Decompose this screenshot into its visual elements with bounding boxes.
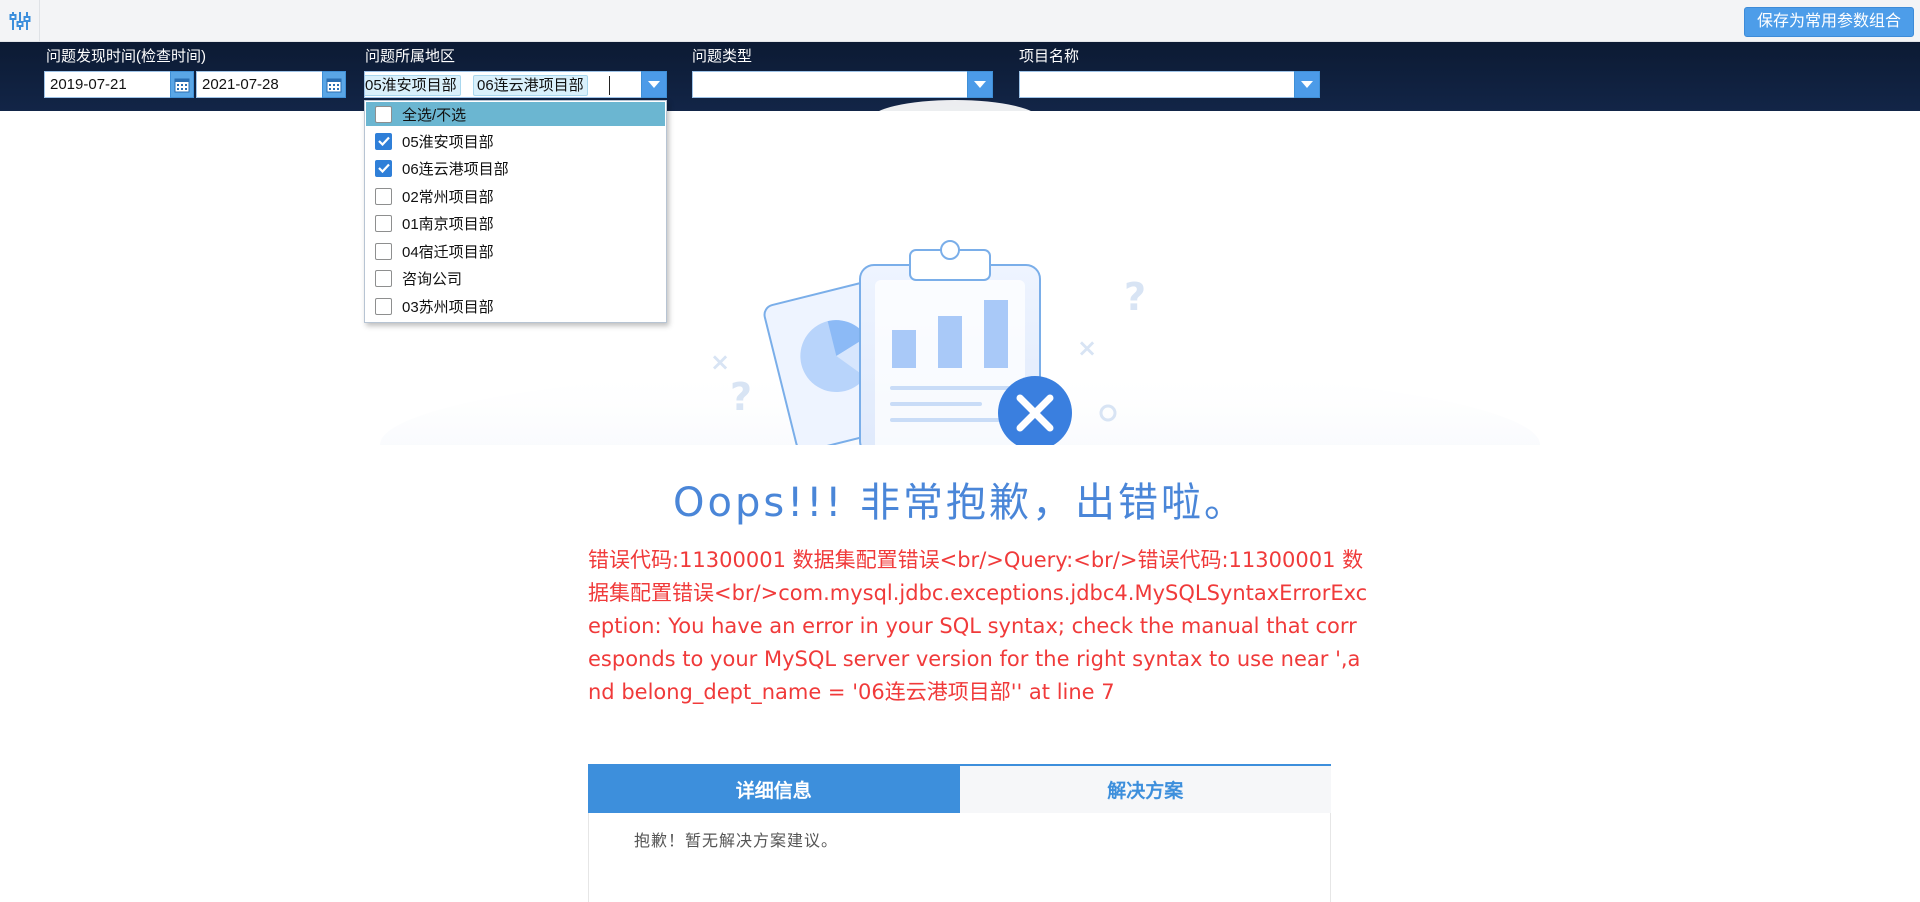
error-clipboard-illustration: ? ? × × bbox=[380, 240, 1540, 445]
tab-solution[interactable]: 解决方案 bbox=[959, 766, 1331, 813]
sliders-icon[interactable] bbox=[0, 0, 40, 42]
selected-tag[interactable]: 06连云港项目部 bbox=[473, 75, 588, 96]
top-toolbar: 保存为常用参数组合 bbox=[0, 0, 1920, 42]
option-label: 02常州项目部 bbox=[402, 188, 494, 206]
error-message: 错误代码:11300001 数据集配置错误<br/>Query:<br/>错误代… bbox=[588, 548, 1368, 704]
option-changzhou[interactable]: 02常州项目部 bbox=[366, 184, 665, 208]
svg-text:?: ? bbox=[730, 375, 752, 419]
checkbox[interactable] bbox=[375, 187, 392, 205]
tab-details[interactable]: 详细信息 bbox=[588, 766, 960, 813]
checkbox-checked[interactable] bbox=[375, 132, 392, 150]
svg-text:×: × bbox=[710, 348, 730, 376]
start-date-input[interactable]: 2019-07-21 bbox=[44, 71, 171, 98]
solution-empty-text: 抱歉！暂无解决方案建议。 bbox=[634, 831, 839, 850]
checkbox-checked[interactable] bbox=[375, 159, 392, 177]
problem-type-select[interactable] bbox=[692, 71, 968, 98]
option-label: 05淮安项目部 bbox=[402, 133, 494, 151]
chevron-down-icon[interactable] bbox=[1294, 71, 1320, 98]
chevron-down-icon[interactable] bbox=[967, 71, 993, 98]
error-tabs: 详细信息 解决方案 bbox=[588, 764, 1331, 813]
header-glow bbox=[870, 100, 1040, 111]
svg-text:?: ? bbox=[1124, 275, 1146, 319]
calendar-icon[interactable] bbox=[322, 71, 346, 98]
date-filter-label: 问题发现时间(检查时间) bbox=[46, 48, 206, 65]
option-label: 全选/不选 bbox=[402, 106, 467, 124]
region-multiselect[interactable]: 05淮安项目部 06连云港项目部 bbox=[364, 71, 667, 98]
option-huaian[interactable]: 05淮安项目部 bbox=[366, 129, 665, 153]
checkbox[interactable] bbox=[375, 105, 392, 123]
svg-text:×: × bbox=[1077, 334, 1097, 362]
option-lianyungang[interactable]: 06连云港项目部 bbox=[366, 156, 665, 180]
option-label: 06连云港项目部 bbox=[402, 160, 509, 178]
filter-bar: 问题发现时间(检查时间) 2019-07-21 2021-07-28 问题所属地… bbox=[0, 42, 1920, 111]
end-date-input[interactable]: 2021-07-28 bbox=[196, 71, 323, 98]
calendar-icon[interactable] bbox=[170, 71, 194, 98]
save-param-combo-button[interactable]: 保存为常用参数组合 bbox=[1743, 7, 1914, 37]
option-select-all[interactable]: 全选/不选 bbox=[366, 102, 665, 126]
tab-panel: 抱歉！暂无解决方案建议。 bbox=[588, 813, 1331, 902]
project-name-label: 项目名称 bbox=[1019, 48, 1080, 65]
error-title: Oops!!! 非常抱歉，出错啦。 bbox=[672, 480, 1247, 526]
project-name-select[interactable] bbox=[1019, 71, 1295, 98]
problem-type-label: 问题类型 bbox=[692, 48, 753, 65]
selected-tag[interactable]: 05淮安项目部 bbox=[365, 75, 461, 96]
text-caret bbox=[609, 76, 610, 95]
chevron-down-icon[interactable] bbox=[641, 71, 667, 98]
region-filter-label: 问题所属地区 bbox=[365, 48, 456, 65]
